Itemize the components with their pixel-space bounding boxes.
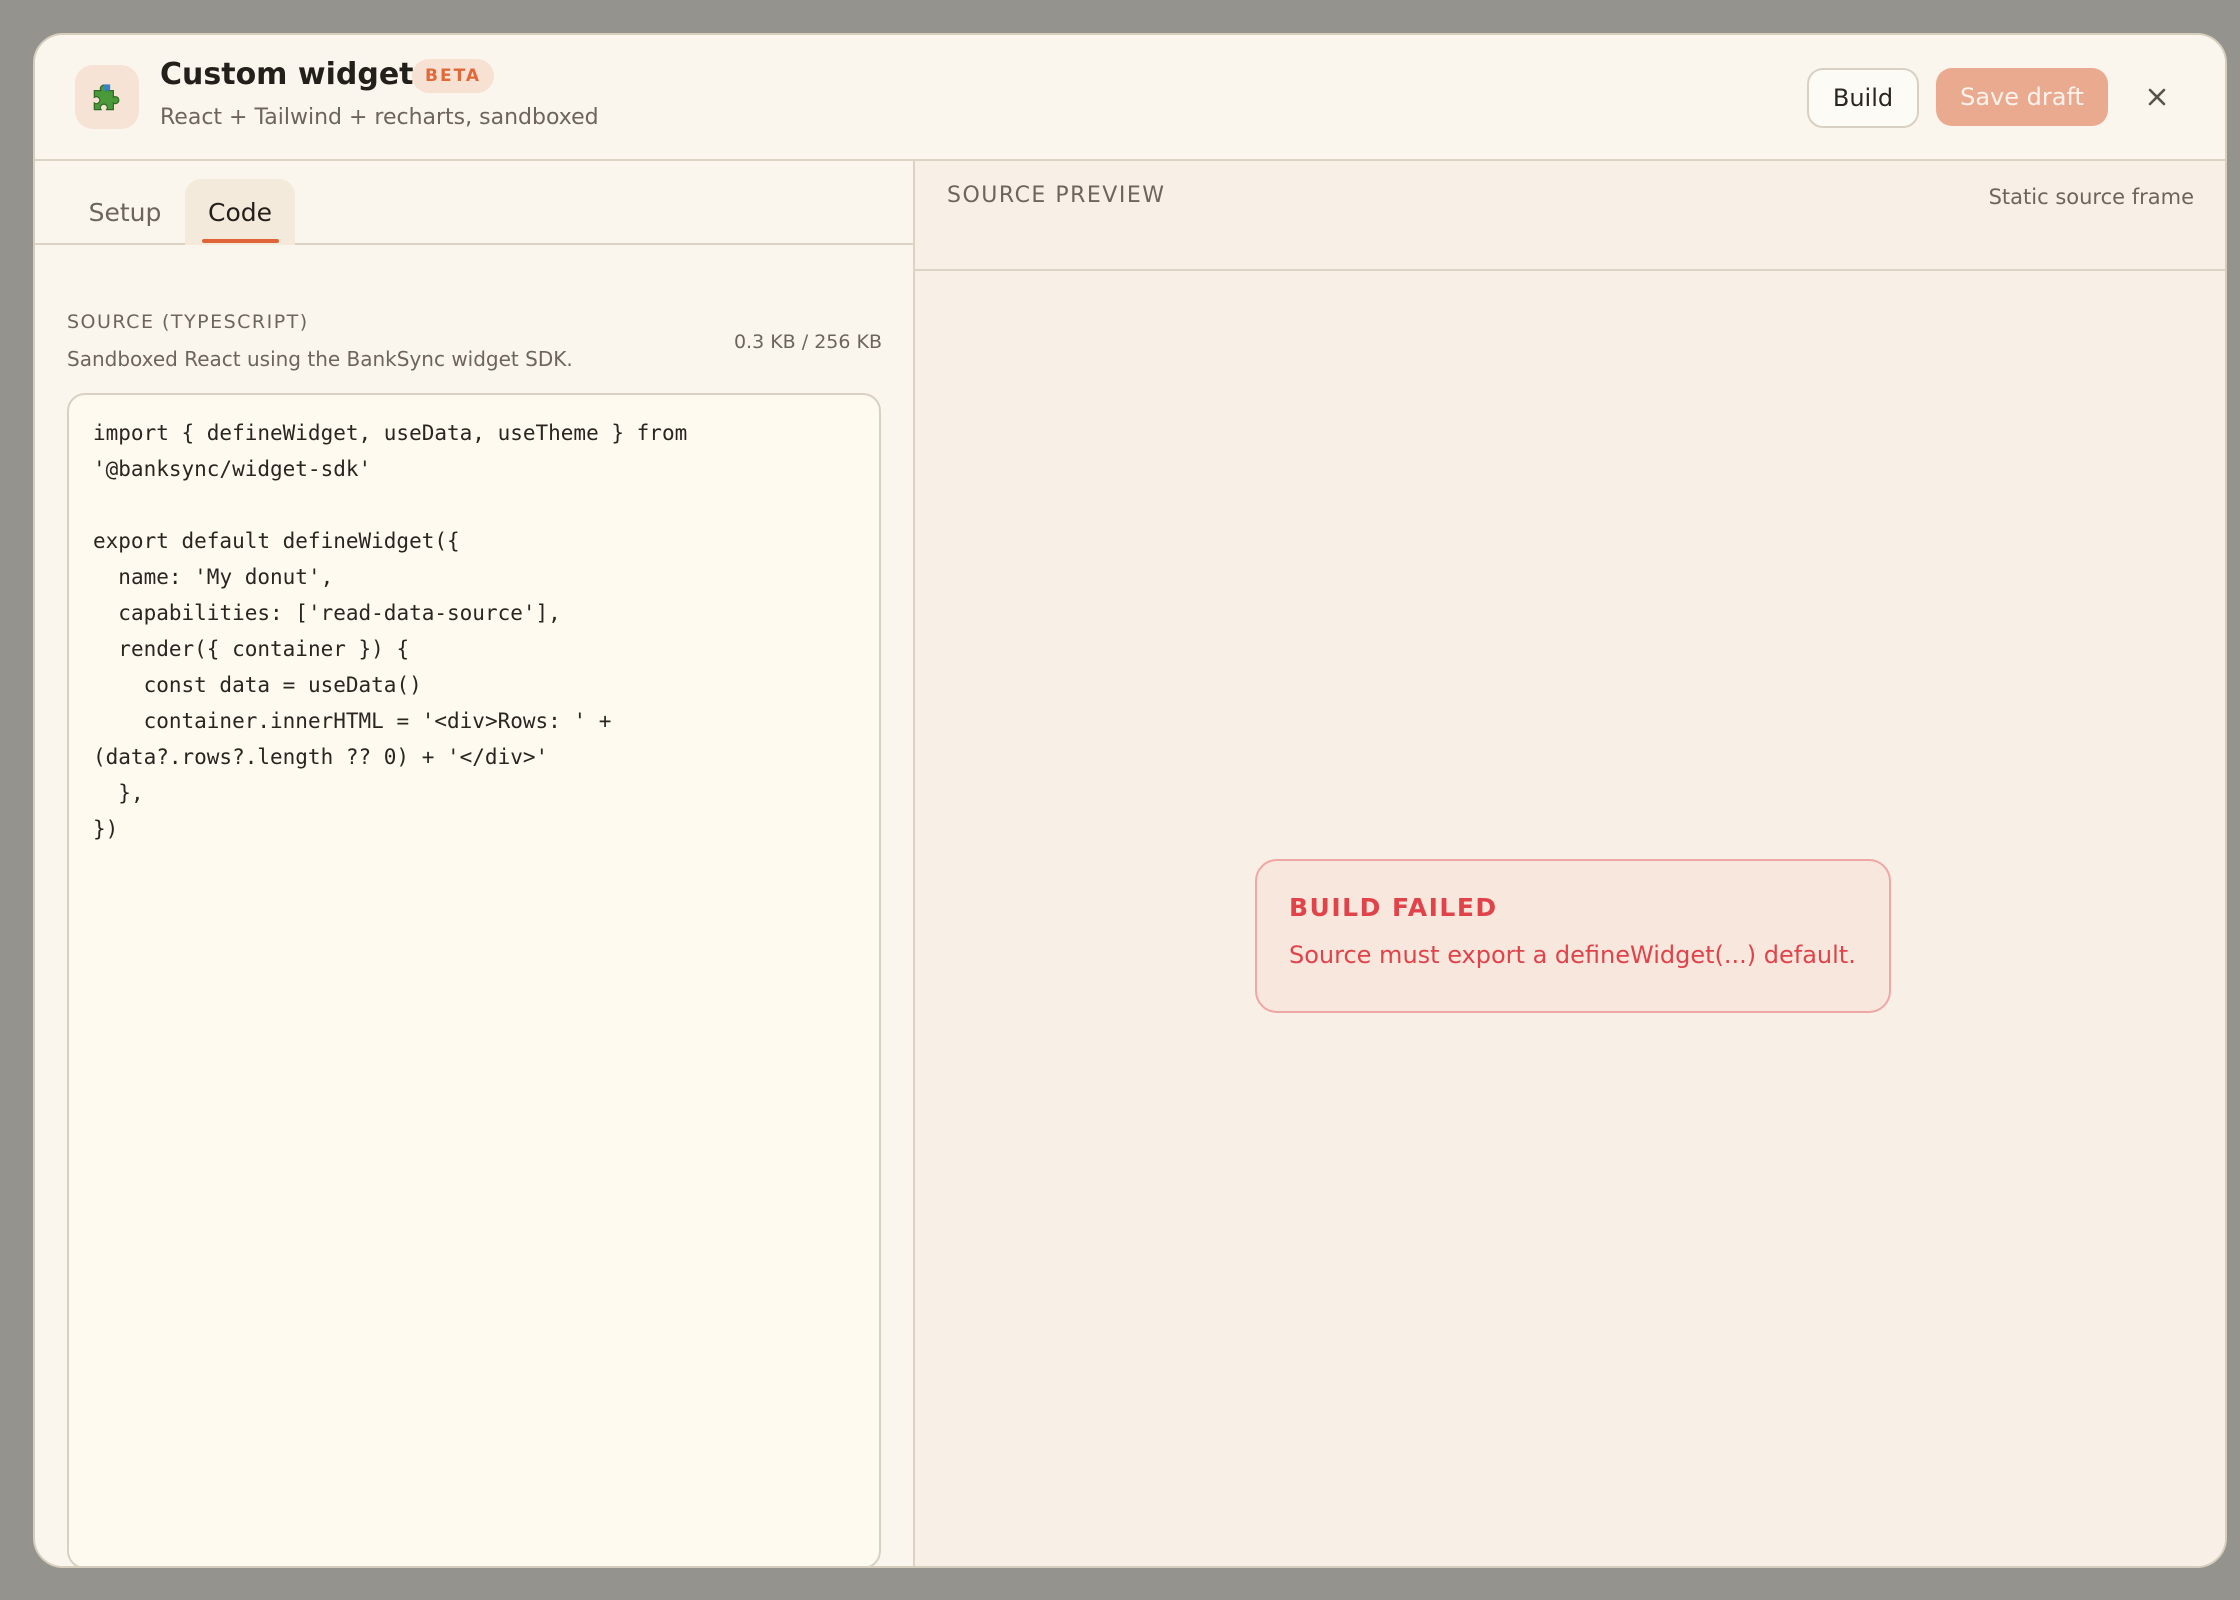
preview-header: SOURCE PREVIEW Static source frame xyxy=(915,161,2225,271)
editor-panel: Setup Code SOURCE (TYPESCRIPT) Sandboxed… xyxy=(35,161,915,1566)
tab-code[interactable]: Code xyxy=(185,179,295,245)
tab-setup[interactable]: Setup xyxy=(75,179,175,245)
dialog-subtitle: React + Tailwind + recharts, sandboxed xyxy=(160,105,599,130)
source-label: SOURCE (TYPESCRIPT) xyxy=(67,311,309,333)
save-draft-button[interactable]: Save draft xyxy=(1936,68,2108,126)
error-message: Source must export a defineWidget(...) d… xyxy=(1289,941,1856,969)
close-icon xyxy=(2148,88,2166,106)
build-error-card: BUILD FAILED Source must export a define… xyxy=(1255,859,1891,1013)
close-button[interactable] xyxy=(2135,75,2179,119)
error-title: BUILD FAILED xyxy=(1289,893,1498,922)
dialog-header: Custom widget BETA React + Tailwind + re… xyxy=(35,35,2225,161)
source-description: Sandboxed React using the BankSync widge… xyxy=(67,347,573,371)
beta-badge: BETA xyxy=(412,59,495,93)
preview-label: SOURCE PREVIEW xyxy=(947,183,1166,208)
source-size: 0.3 KB / 256 KB xyxy=(733,331,882,353)
frame-label: Static source frame xyxy=(1988,185,2194,209)
dialog-title: Custom widget xyxy=(160,57,414,92)
preview-panel: SOURCE PREVIEW Static source frame BUILD… xyxy=(915,161,2225,1566)
custom-widget-dialog: Custom widget BETA React + Tailwind + re… xyxy=(33,33,2227,1568)
tab-bar: Setup Code xyxy=(35,161,913,245)
puzzle-piece-icon xyxy=(75,65,139,129)
active-tab-indicator xyxy=(202,239,279,243)
build-button[interactable]: Build xyxy=(1807,68,1919,128)
code-editor[interactable]: import { defineWidget, useData, useTheme… xyxy=(67,393,881,1566)
